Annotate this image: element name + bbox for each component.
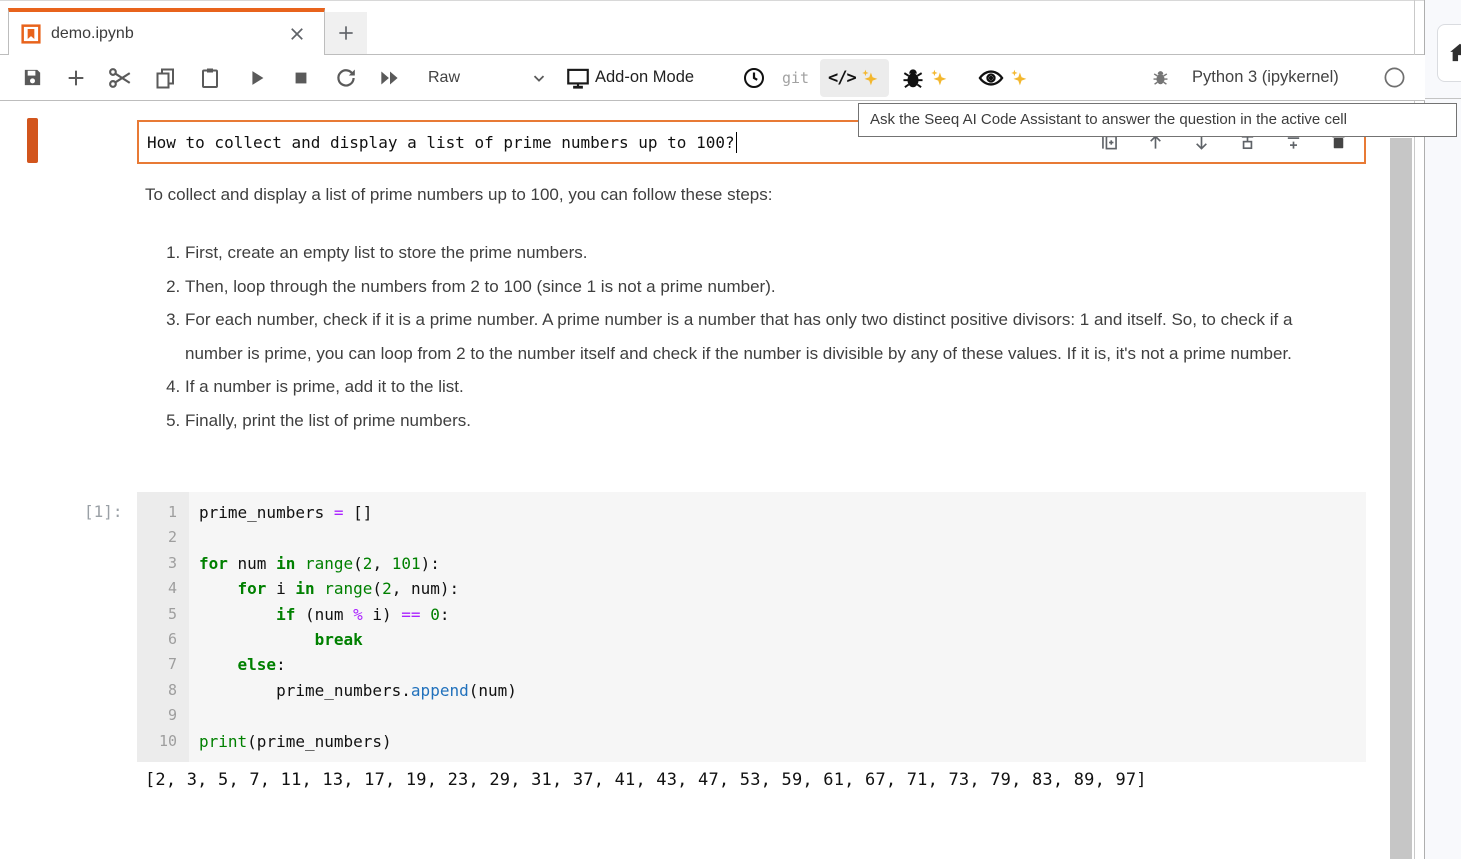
code-line: if (num % i) == 0: [199,602,1366,627]
kernel-name-button[interactable]: Python 3 (ipykernel) [1192,55,1339,100]
copy-cell-button[interactable] [150,55,180,100]
kernel-status-indicator[interactable] [1381,55,1407,100]
addon-mode-label: Add-on Mode [595,68,694,87]
git-button[interactable]: git [782,55,809,100]
kernel-status-circle-icon [1383,66,1406,89]
notebook-toolbar: Raw Add-on Mode [0,55,1425,101]
ai-explain-eye-icon [977,64,1005,92]
line-number: 6 [137,627,189,652]
markdown-step: If a number is prime, add it to the list… [185,370,1310,404]
home-button[interactable] [1437,24,1461,82]
line-number-gutter: 12345678910 [137,492,189,762]
debugger-toggle[interactable] [1148,55,1172,100]
code-line [199,525,1366,550]
line-number: 4 [137,576,189,601]
markdown-intro: To collect and display a list of prime n… [145,182,1340,208]
add-cell-icon [65,67,87,89]
markdown-step: For each number, check if it is a prime … [185,303,1310,370]
vertical-scrollbar-thumb[interactable] [1390,138,1412,859]
code-lines: prime_numbers = [] for num in range(2, 10… [189,492,1366,762]
markdown-output: To collect and display a list of prime n… [145,182,1340,437]
code-cell-editor[interactable]: 12345678910 prime_numbers = [] for num in… [137,492,1366,762]
dropdown-chevron-icon [530,69,548,87]
git-label: git [782,69,809,87]
execution-count: [1]: [84,502,132,521]
ai-debug-button[interactable] [900,55,950,100]
cell-type-dropdown[interactable]: Raw [428,55,460,100]
copy-cell-icon [153,66,177,90]
addon-mode-monitor-icon [565,65,591,91]
new-tab-button[interactable] [325,12,367,54]
stop-kernel-icon [291,68,311,88]
text-cursor [736,132,738,153]
save-button[interactable] [18,55,46,100]
addon-mode-button[interactable] [563,55,593,100]
notebook-area: How to collect and display a list of pri… [0,101,1388,859]
markdown-step: Finally, print the list of prime numbers… [185,404,1310,438]
cut-cell-button[interactable] [104,55,136,100]
cut-cell-icon [107,65,133,91]
line-number: 8 [137,678,189,703]
tab-demo-ipynb[interactable]: demo.ipynb [8,8,325,55]
ai-assistant-tooltip: Ask the Seeq AI Code Assistant to answer… [858,103,1457,137]
tab-bar: demo.ipynb [0,8,1425,55]
restart-run-all-button[interactable] [374,55,406,100]
history-clock-icon [742,66,766,90]
code-line [199,703,1366,728]
addon-mode-label-button[interactable]: Add-on Mode [595,55,694,100]
code-line: else: [199,652,1366,677]
paste-cell-button[interactable] [195,55,225,100]
markdown-step: First, create an empty list to store the… [185,236,1310,270]
code-line: prime_numbers.append(num) [199,678,1366,703]
ai-code-assistant-icon: </> [828,68,856,88]
markdown-steps: First, create an empty list to store the… [145,236,1310,437]
line-number: 7 [137,652,189,677]
code-line: for i in range(2, num): [199,576,1366,601]
close-tab-icon[interactable] [288,25,306,43]
stop-kernel-button[interactable] [288,55,314,100]
restart-kernel-button[interactable] [331,55,361,100]
active-cell-collapser[interactable] [27,118,38,163]
cell-type-dropdown-chevron[interactable] [527,55,551,100]
markdown-step: Then, loop through the numbers from 2 to… [185,270,1310,304]
ai-explain-button[interactable] [977,55,1030,100]
cell-output: [2, 3, 5, 7, 11, 13, 17, 19, 23, 29, 31,… [145,770,1147,790]
ai-debug-bug-icon [900,65,926,91]
ai-code-assistant-button[interactable]: </> [820,59,889,97]
ai-sparkle-icon [928,67,950,89]
code-line: print(prime_numbers) [199,729,1366,754]
add-cell-button[interactable] [62,55,90,100]
paste-cell-icon [198,66,222,90]
code-line: break [199,627,1366,652]
jupyterlab-window: demo.ipynb [0,0,1461,859]
home-icon [1447,40,1461,66]
top-border [0,0,1461,1]
notebook-icon [21,24,41,44]
debugger-bug-icon [1151,68,1170,87]
run-cell-icon [246,67,268,89]
cell-type-value: Raw [428,69,460,87]
line-number: 9 [137,703,189,728]
line-number: 10 [137,729,189,754]
code-line: prime_numbers = [] [199,500,1366,525]
ai-sparkle-icon [1008,67,1030,89]
line-number: 5 [137,602,189,627]
restart-run-all-icon [377,65,403,91]
line-number: 3 [137,551,189,576]
run-cell-button[interactable] [243,55,271,100]
ai-sparkle-icon [859,67,881,89]
kernel-name: Python 3 (ipykernel) [1192,68,1339,87]
tab-title: demo.ipynb [51,25,288,43]
restart-kernel-icon [334,66,358,90]
save-icon [21,66,44,89]
right-panel-divider [1425,98,1461,99]
code-line: for num in range(2, 101): [199,551,1366,576]
line-number: 1 [137,500,189,525]
line-number: 2 [137,525,189,550]
active-cell-text: How to collect and display a list of pri… [147,133,735,152]
history-button[interactable] [740,55,768,100]
